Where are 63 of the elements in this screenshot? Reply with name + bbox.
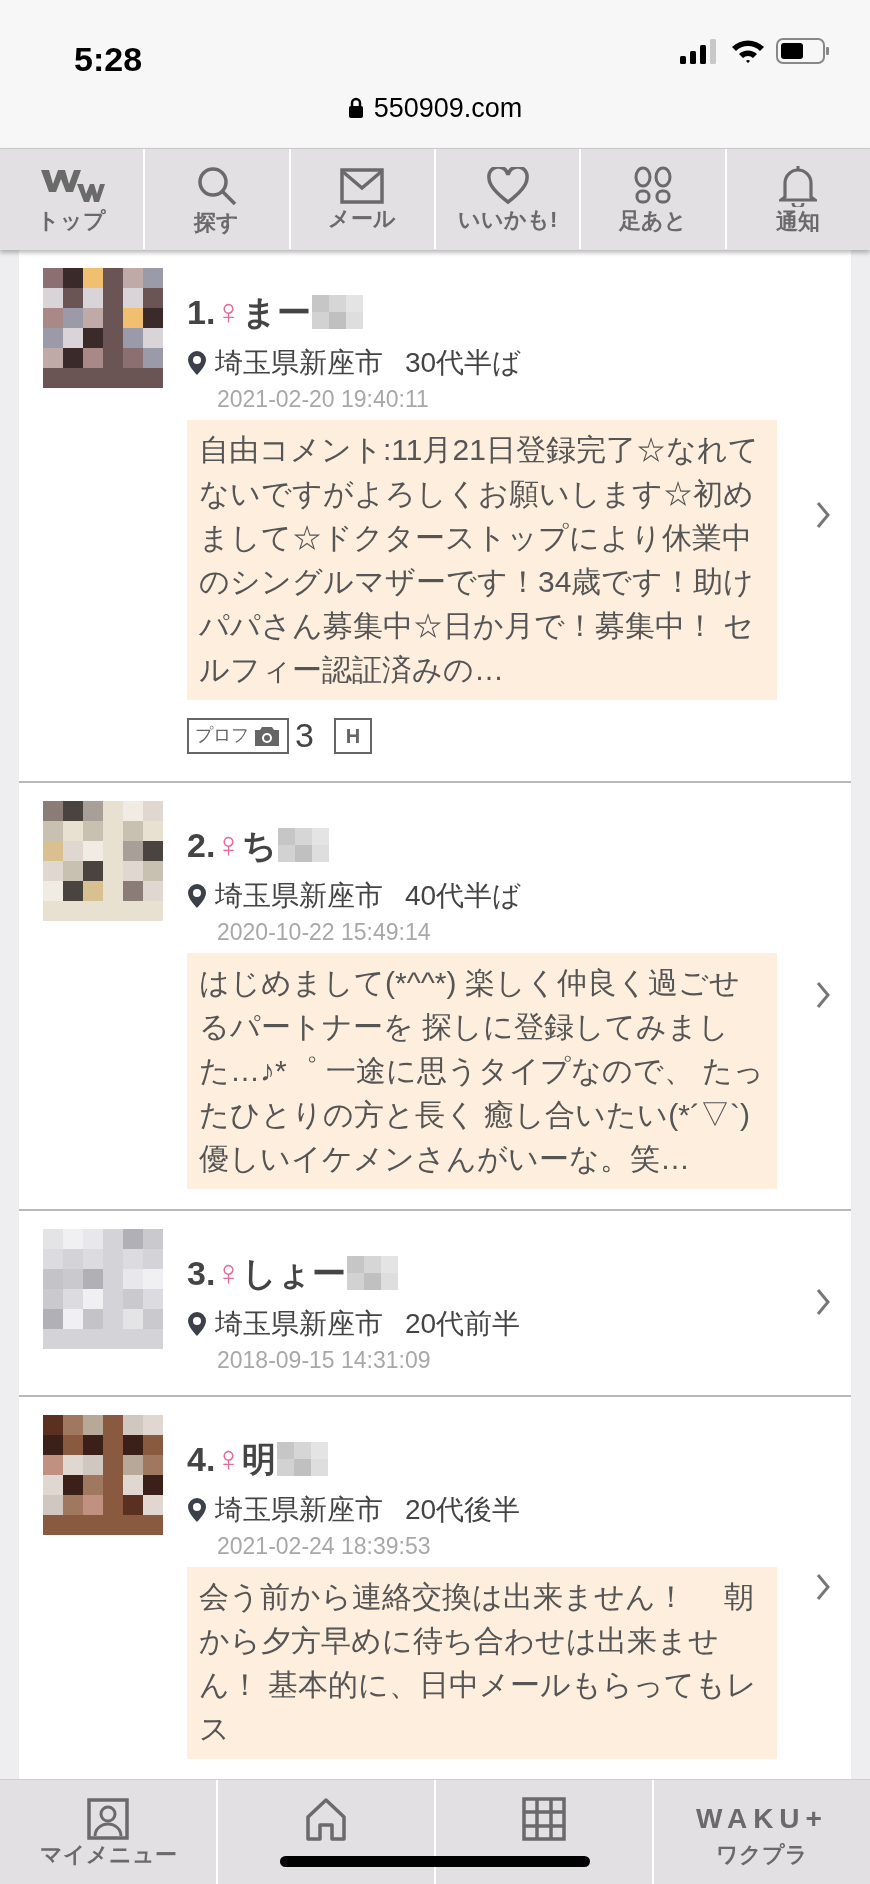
nav-tab[interactable]: 足あと: [579, 149, 725, 249]
nav-tab[interactable]: メール: [288, 149, 434, 249]
age-text: 20代前半: [405, 1307, 521, 1341]
chevron-right-icon[interactable]: [815, 1572, 831, 1602]
location-pin-icon: [187, 350, 207, 376]
female-symbol: ♀: [215, 290, 243, 334]
nav-tab[interactable]: 通知: [724, 149, 870, 249]
logo-text: WAKU+: [696, 1802, 828, 1836]
search-icon: [195, 164, 239, 208]
nav-tab[interactable]: いいかも!: [434, 149, 580, 249]
chevron-right-icon[interactable]: [815, 1287, 831, 1317]
timestamp: 2020-10-22 15:49:14: [217, 918, 432, 947]
female-symbol: ♀: [215, 823, 243, 867]
user-name[interactable]: 明: [242, 1433, 277, 1485]
h-badge: H: [333, 717, 372, 754]
comment-text: 会う前から連絡交換は出来ません！ 朝から夕方早めに待ち合わせは出来ません！ 基本的に、日中メールもらってもレス: [187, 1567, 777, 1759]
photo-count: 3: [295, 715, 314, 756]
female-symbol: ♀: [215, 1437, 243, 1481]
blurred-mosaic-icon: [276, 1442, 329, 1476]
timestamp: 2021-02-24 18:39:53: [217, 1532, 432, 1561]
timestamp: 2021-02-20 19:40:11: [217, 385, 430, 414]
comment-text: 自由コメント:11月21日登録完了☆なれてないですがよろしくお願いします☆初めまして☆ドクターストップにより休業中のシングルマザーです！34歳です！助けパパさん募集中☆日か月で！募集中！ セルフィー認証済みの…: [187, 420, 777, 700]
bell-icon: [779, 165, 818, 207]
blurred-mosaic-icon: [311, 295, 364, 329]
location-text: 埼玉県新座市: [215, 1493, 383, 1527]
envelope-icon: [340, 168, 385, 204]
location-pin-icon: [187, 883, 207, 909]
location-text: 埼玉県新座市: [215, 346, 383, 380]
url-text[interactable]: 550909.com: [373, 88, 523, 129]
rank-number: 1.: [187, 291, 216, 333]
nav-tab[interactable]: 探す: [143, 149, 289, 249]
profile-photo-badge: プロフ: [187, 717, 289, 754]
age-text: 20代後半: [405, 1493, 521, 1527]
clock-time: 5:28: [74, 39, 143, 80]
female-symbol: ♀: [215, 1251, 243, 1295]
user-name[interactable]: まー: [242, 286, 312, 338]
footprints-icon: [632, 166, 673, 206]
blurred-mosaic-icon: [277, 828, 330, 862]
location-pin-icon: [187, 1497, 207, 1523]
nav-tab[interactable]: トップ: [0, 149, 144, 249]
blurred-mosaic-icon: [346, 1256, 399, 1290]
rank-number: 4.: [187, 1438, 216, 1480]
wifi-icon: [730, 38, 766, 64]
age-text: 30代半ば: [405, 346, 522, 380]
location-pin-icon: [187, 1311, 207, 1337]
age-text: 40代半ば: [405, 879, 522, 913]
lock-icon: [347, 97, 364, 120]
person-icon: [87, 1798, 129, 1840]
rank-number: 2.: [187, 824, 216, 866]
comment-text: はじめまして(*^^*) 楽しく仲良く過ごせるパートナーを 探しに登録してみました…♪*゜ 一途に思うタイプなので、 たったひとりの方と長く 癒し合いたい(*´▽`) 優しいイケメンさんがいーな。笑…: [187, 953, 777, 1189]
user-name[interactable]: しょー: [242, 1247, 347, 1299]
chevron-right-icon[interactable]: [815, 980, 831, 1010]
battery-icon: [776, 38, 830, 64]
grid-icon: [522, 1797, 566, 1841]
home-icon: [304, 1797, 348, 1841]
user-name[interactable]: ち: [242, 819, 278, 871]
heart-icon: [486, 167, 529, 205]
chevron-right-icon[interactable]: [815, 499, 831, 530]
camera-icon: [253, 724, 281, 747]
rank-number: 3.: [187, 1252, 216, 1294]
location-text: 埼玉県新座市: [215, 1307, 383, 1341]
location-text: 埼玉県新座市: [215, 879, 383, 913]
timestamp: 2018-09-15 14:31:09: [217, 1346, 432, 1375]
